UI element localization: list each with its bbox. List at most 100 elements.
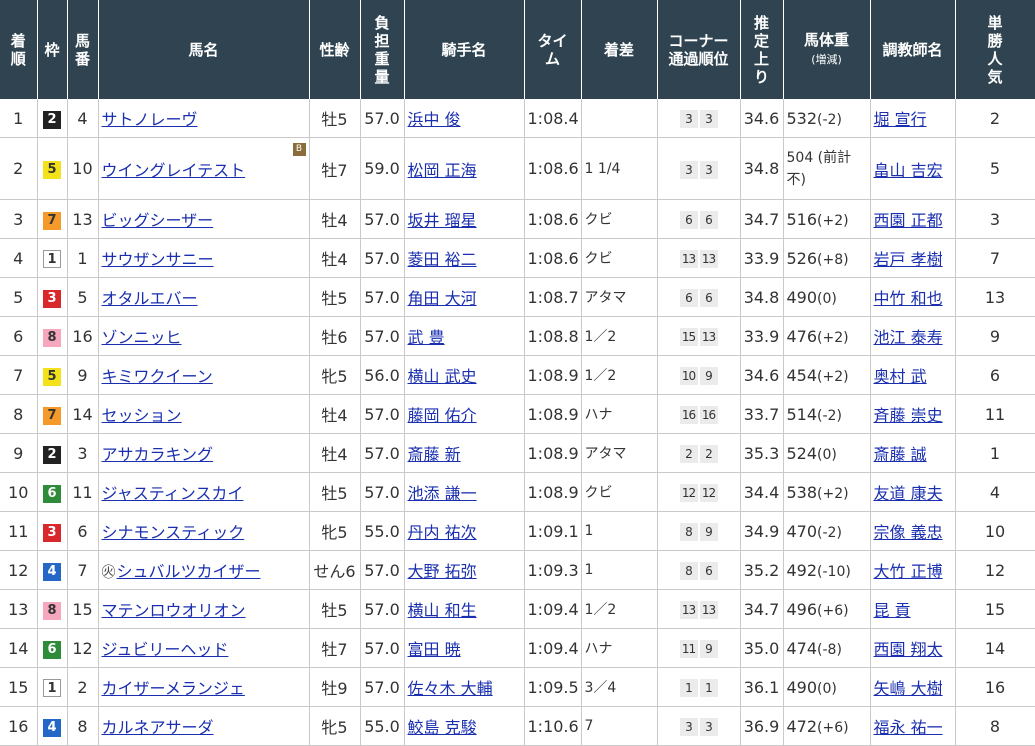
trainer-link[interactable]: 岩戸 孝樹 xyxy=(874,250,943,269)
jockey-link[interactable]: 丹内 祐次 xyxy=(408,523,477,542)
trainer-cell: 大竹 正博 xyxy=(870,550,956,590)
horse-name-link[interactable]: アサカラキング xyxy=(102,445,214,464)
jockey-link[interactable]: 鮫島 克駿 xyxy=(408,718,477,737)
trainer-link[interactable]: 畠山 吉宏 xyxy=(874,161,943,180)
trainer-link[interactable]: 西園 正都 xyxy=(874,211,943,230)
jockey-link[interactable]: 横山 和生 xyxy=(408,601,477,620)
jockey-link[interactable]: 坂井 瑠星 xyxy=(408,211,477,230)
time-cell: 1:08.6 xyxy=(524,238,582,278)
horse-name-link[interactable]: オタルエバー xyxy=(102,289,198,308)
umaban-cell: 13 xyxy=(67,199,99,239)
jockey-link[interactable]: 富田 暁 xyxy=(408,640,461,659)
horse-name-link[interactable]: サトノレーヴ xyxy=(102,110,198,129)
horse-name-link[interactable]: シナモンスティック xyxy=(102,523,245,542)
horse-name-cell: セッション xyxy=(98,394,310,434)
trainer-link[interactable]: 福永 祐一 xyxy=(874,718,943,737)
margin-cell: 1 1/4 xyxy=(581,137,658,200)
jockey-link[interactable]: 浜中 俊 xyxy=(408,110,461,129)
table-row: 15 1 2 カイザーメランジェ 牡9 57.0 佐々木 大輔 1:09.5 3… xyxy=(0,667,1035,707)
table-row: 12 4 7 ㊋シュバルツカイザー せん6 57.0 大野 拓弥 1:09.3 … xyxy=(0,550,1035,590)
horse-name-link[interactable]: ジャスティンスカイ xyxy=(102,484,244,503)
jockey-cell: 横山 武史 xyxy=(404,355,525,395)
body-weight-cell: 454(+2) xyxy=(783,355,871,395)
jockey-link[interactable]: 菱田 裕二 xyxy=(408,250,477,269)
waku-badge: 5 xyxy=(43,367,61,386)
horse-name-link[interactable]: マテンロウオリオン xyxy=(102,601,246,620)
horse-name-link[interactable]: ビッグシーザー xyxy=(102,211,214,230)
horse-name-link[interactable]: カルネアサーダ xyxy=(102,718,214,737)
jockey-link[interactable]: 横山 武史 xyxy=(408,367,477,386)
popularity-cell: 14 xyxy=(955,628,1035,668)
weight-cell: 55.0 xyxy=(360,511,405,551)
trainer-link[interactable]: 池江 泰寿 xyxy=(874,328,943,347)
time-cell: 1:09.1 xyxy=(524,511,582,551)
jockey-link[interactable]: 池添 謙一 xyxy=(408,484,477,503)
rank-cell: 6 xyxy=(0,316,38,356)
jockey-link[interactable]: 大野 拓弥 xyxy=(408,562,477,581)
body-weight-cell: 526(+8) xyxy=(783,238,871,278)
jockey-link[interactable]: 松岡 正海 xyxy=(408,161,477,180)
trainer-link[interactable]: 斎藤 誠 xyxy=(874,445,927,464)
horse-name-link[interactable]: ウイングレイテスト xyxy=(102,161,246,180)
horse-name-cell: ㊋シュバルツカイザー xyxy=(98,550,310,590)
body-weight: 516 xyxy=(786,209,818,229)
trainer-link[interactable]: 矢嶋 大樹 xyxy=(874,679,943,698)
corner-pos-1: 15 xyxy=(679,328,698,346)
horse-name-link[interactable]: シュバルツカイザー xyxy=(117,562,261,581)
time-cell: 1:08.9 xyxy=(524,355,582,395)
waku-cell: 7 xyxy=(37,394,68,434)
rank-cell: 13 xyxy=(0,589,38,629)
weight-cell: 57.0 xyxy=(360,99,405,138)
corner-pos-2: 1 xyxy=(699,679,718,697)
corner-pos-1: 2 xyxy=(679,445,698,463)
trainer-link[interactable]: 奥村 武 xyxy=(874,367,927,386)
popularity-cell: 3 xyxy=(955,199,1035,239)
trainer-link[interactable]: 宗像 義忠 xyxy=(874,523,943,542)
margin-cell: 1／2 xyxy=(581,355,658,395)
corner-pos-1: 8 xyxy=(679,523,698,541)
trainer-link[interactable]: 斉藤 崇史 xyxy=(874,406,943,425)
corner-cell: 89 xyxy=(657,511,741,551)
last3f-cell: 34.9 xyxy=(740,511,784,551)
horse-name-link[interactable]: サウザンサニー xyxy=(102,250,214,269)
trainer-link[interactable]: 大竹 正博 xyxy=(874,562,943,581)
sex-age-cell: 牡7 xyxy=(309,137,361,200)
waku-cell: 3 xyxy=(37,277,68,317)
waku-badge: 2 xyxy=(43,445,61,464)
last3f-cell: 34.8 xyxy=(740,277,784,317)
jockey-link[interactable]: 斎藤 新 xyxy=(408,445,461,464)
horse-name-link[interactable]: セッション xyxy=(102,406,182,425)
horse-name-link[interactable]: キミワクイーン xyxy=(102,367,213,386)
jockey-link[interactable]: 武 豊 xyxy=(408,328,445,347)
body-weight-change: (-8) xyxy=(817,641,842,658)
jockey-link[interactable]: 角田 大河 xyxy=(408,289,477,308)
jockey-link[interactable]: 藤岡 佑介 xyxy=(408,406,477,425)
trainer-link[interactable]: 西園 翔太 xyxy=(874,640,943,659)
trainer-cell: 宗像 義忠 xyxy=(870,511,956,551)
foreign-mark-icon: ㊋ xyxy=(101,565,116,581)
margin-cell: クビ xyxy=(581,472,658,512)
trainer-link[interactable]: 昆 貢 xyxy=(874,601,911,620)
trainer-link[interactable]: 友道 康夫 xyxy=(874,484,943,503)
corner-pos-2: 9 xyxy=(699,367,718,385)
horse-name-link[interactable]: ゾンニッヒ xyxy=(102,328,182,347)
body-weight-change: (-2) xyxy=(817,407,842,424)
last3f-cell: 33.9 xyxy=(740,238,784,278)
corner-cell: 11 9 xyxy=(657,628,741,668)
waku-badge: 8 xyxy=(43,328,61,347)
trainer-link[interactable]: 中竹 和也 xyxy=(874,289,943,308)
weight-cell: 57.0 xyxy=(360,433,405,473)
sex-age-cell: 牝5 xyxy=(309,706,361,746)
last3f-cell: 36.9 xyxy=(740,706,784,746)
weight-cell: 57.0 xyxy=(360,316,405,356)
last3f-cell: 35.0 xyxy=(740,628,784,668)
jockey-link[interactable]: 佐々木 大輔 xyxy=(408,679,493,698)
table-row: 4 1 1 サウザンサニー 牡4 57.0 菱田 裕二 1:08.6 クビ 13… xyxy=(0,238,1035,278)
body-weight-change: (+2) xyxy=(817,212,849,229)
horse-name-link[interactable]: カイザーメランジェ xyxy=(102,679,245,698)
umaban-cell: 6 xyxy=(67,511,99,551)
trainer-link[interactable]: 堀 宣行 xyxy=(874,110,927,129)
corner-cell: 15 13 xyxy=(657,316,741,356)
horse-name-link[interactable]: ジュビリーヘッド xyxy=(102,640,229,659)
trainer-cell: 奥村 武 xyxy=(870,355,956,395)
